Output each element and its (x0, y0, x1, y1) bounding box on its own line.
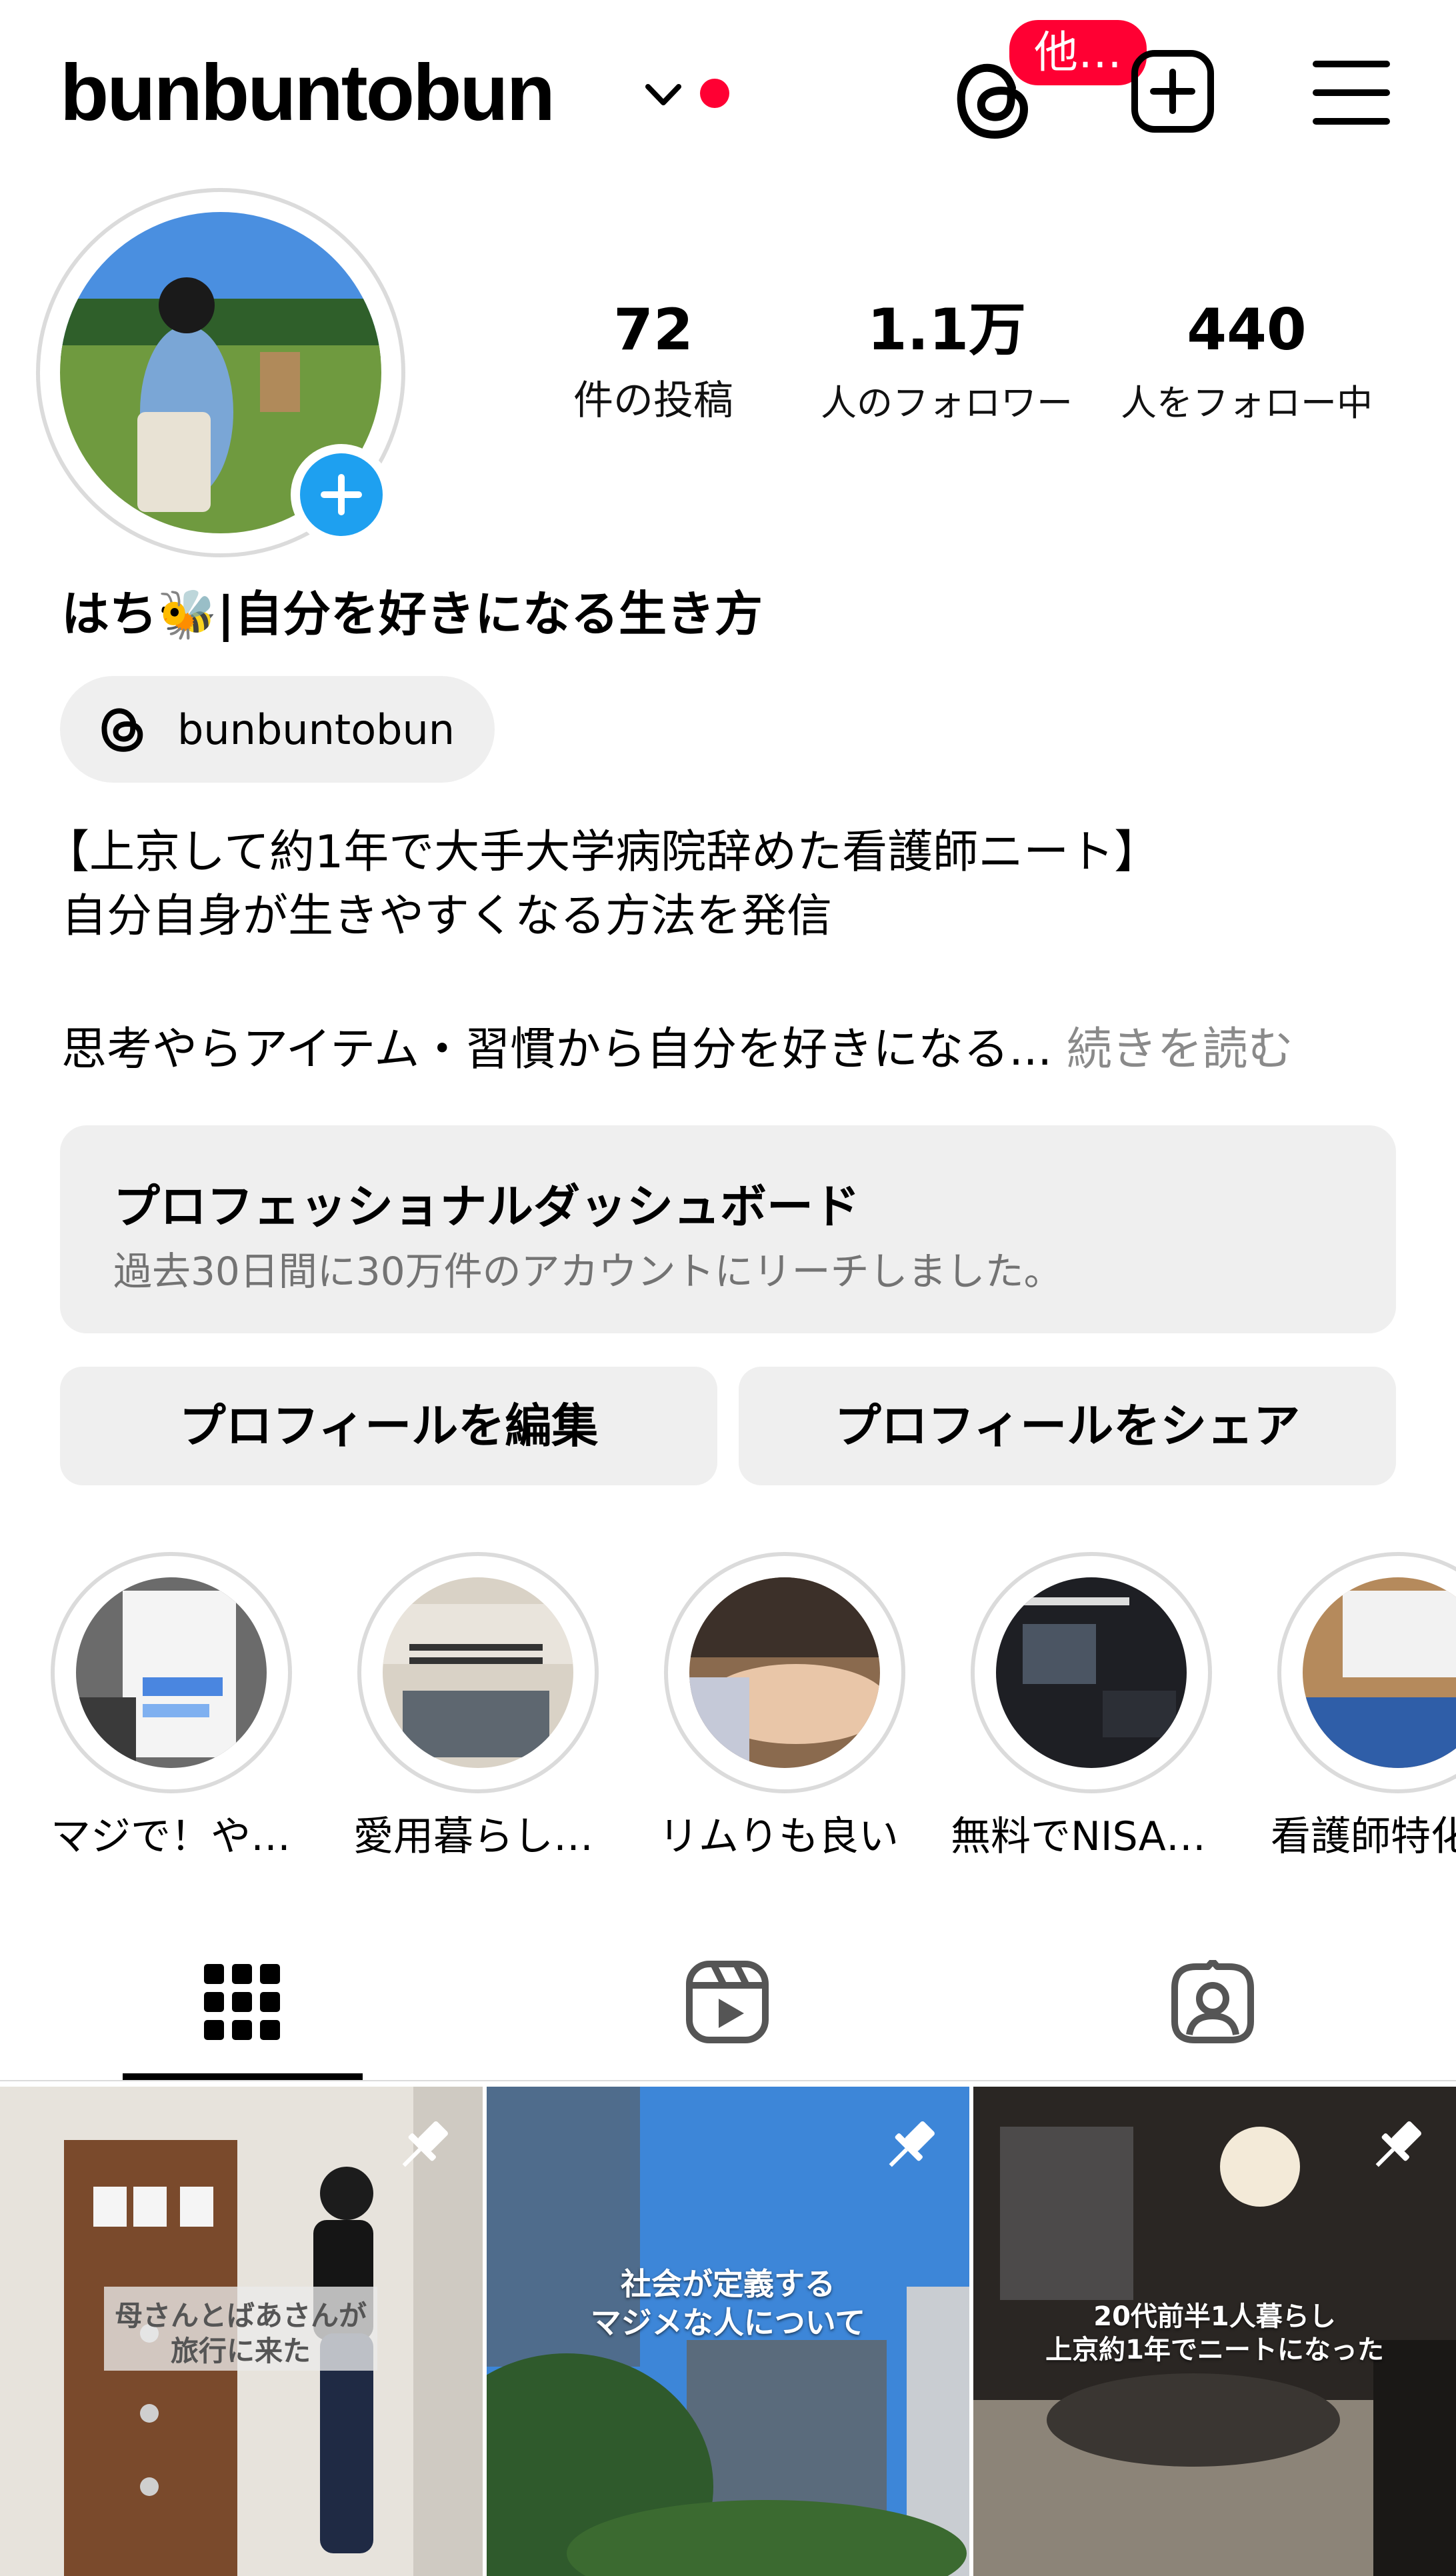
stat-label: 人をフォロー中 (1121, 382, 1373, 424)
pin-icon (402, 2121, 448, 2167)
highlight-item[interactable] (1277, 1552, 1456, 1793)
tagged-icon[interactable] (1169, 1960, 1256, 2044)
highlight-label: 看護師特化 (1271, 1813, 1456, 1860)
tab-divider (0, 2080, 1456, 2081)
stat-posts[interactable]: 72 件の投稿 (520, 301, 787, 426)
stat-following[interactable]: 440 人をフォロー中 (1110, 301, 1383, 426)
post-caption-line: 上京約1年でニートになった (1045, 2335, 1384, 2365)
post-caption: 社会が定義する マジメな人について (553, 2265, 903, 2342)
plus-icon (321, 474, 362, 515)
highlight-cover (76, 1577, 267, 1768)
stat-value: 440 (1187, 297, 1307, 363)
chevron-down-icon[interactable] (640, 72, 687, 119)
post-caption-line: 20代前半1人暮らし (1093, 2301, 1336, 2332)
menu-icon[interactable] (1312, 57, 1391, 128)
pin-icon (1375, 2121, 1421, 2167)
stat-label: 件の投稿 (573, 377, 733, 424)
highlight-label: マジで！や… (51, 1813, 291, 1860)
post-caption: 母さんとばあさんが 旅行に来た (104, 2299, 377, 2369)
tab-indicator (123, 2073, 363, 2080)
post-tile[interactable]: 社会が定義する マジメな人について (487, 2087, 969, 2576)
unread-dot (700, 79, 729, 108)
stat-value: 72 (613, 297, 693, 363)
threads-link[interactable]: bunbuntobun (60, 676, 495, 783)
post-tile[interactable]: 母さんとばあさんが 旅行に来た (0, 2087, 483, 2576)
highlight-label: リムりも良い (659, 1813, 899, 1860)
pin-icon (889, 2121, 935, 2167)
highlight-item[interactable] (51, 1552, 292, 1793)
read-more-link[interactable]: 続きを読む (1067, 1023, 1293, 1076)
post-caption-line: 旅行に来た (170, 2334, 311, 2367)
highlight-cover (1303, 1577, 1456, 1768)
highlight-cover (383, 1577, 573, 1768)
highlight-item[interactable] (357, 1552, 599, 1793)
post-tile[interactable]: 20代前半1人暮らし 上京約1年でニートになった (973, 2087, 1456, 2576)
post-caption-line: マジメな人について (590, 2304, 866, 2341)
highlight-cover (996, 1577, 1187, 1768)
add-post-icon[interactable] (1129, 48, 1216, 135)
reels-icon[interactable] (685, 1960, 769, 2044)
threads-icon (101, 708, 143, 752)
highlight-cover (689, 1577, 880, 1768)
stat-followers[interactable]: 1.1万 人のフォロワー (813, 301, 1080, 426)
bio-text: 思考やらアイテム・習慣から自分を好きになる... (61, 1023, 1053, 1076)
stat-label: 人のフォロワー (821, 382, 1073, 424)
bio-line: 思考やらアイテム・習慣から自分を好きになる... 続きを読む (61, 1012, 1293, 1078)
stat-value: 1.1万 (867, 297, 1027, 363)
add-story-button[interactable] (291, 444, 392, 545)
highlight-label: 愛用暮らし… (353, 1813, 593, 1860)
bio-line: 【上京して約1年で大手大学病院辞めた看護師ニート】 (44, 826, 1160, 879)
share-profile-button[interactable]: プロフィールをシェア (739, 1367, 1396, 1485)
highlight-item[interactable] (664, 1552, 905, 1793)
post-caption-line: 社会が定義する (621, 2266, 835, 2302)
dashboard-subtitle: 過去30日間に30万件のアカウントにリーチしました。 (113, 1249, 1063, 1294)
grid-icon[interactable] (204, 1964, 280, 2040)
professional-dashboard[interactable]: プロフェッショナルダッシュボード 過去30日間に30万件のアカウントにリーチしま… (60, 1125, 1396, 1333)
bio-line: 自分自身が生きやすくなる方法を発信 (61, 890, 833, 943)
highlight-label: 無料でNISA… (951, 1813, 1206, 1860)
edit-profile-button[interactable]: プロフィールを編集 (60, 1367, 717, 1485)
display-name: はち🐝|自分を好きになる生き方 (61, 586, 763, 642)
post-caption-line: 母さんとばあさんが (114, 2299, 367, 2332)
threads-handle: bunbuntobun (177, 705, 455, 754)
highlight-item[interactable] (971, 1552, 1212, 1793)
username-switcher[interactable]: bunbuntobun (60, 47, 555, 139)
post-caption: 20代前半1人暮らし 上京約1年でニートになった (1007, 2300, 1423, 2367)
dashboard-title: プロフェッショナルダッシュボード (113, 1179, 860, 1234)
